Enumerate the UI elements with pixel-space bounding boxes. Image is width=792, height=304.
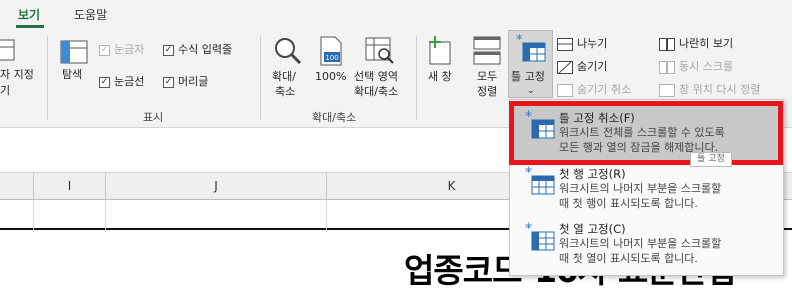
arrange-all-icon[interactable] — [473, 36, 501, 66]
freeze-first-column-icon: * — [525, 221, 555, 251]
hide-label[interactable]: 숨기기 — [577, 60, 607, 74]
active-tab-indicator — [16, 25, 44, 28]
reset-window-icon — [659, 84, 675, 97]
menu-item-freeze-top-row-title[interactable]: 첫 행 고정(R) — [559, 166, 626, 182]
svg-text:*: * — [516, 34, 523, 48]
gridlines-label: 눈금선 — [114, 75, 145, 88]
zoom-selection-icon[interactable] — [365, 37, 395, 65]
tab-help[interactable]: 도움말 — [74, 6, 107, 23]
gridlines-checkbox[interactable]: ✓ — [99, 77, 110, 88]
svg-text:*: * — [525, 221, 532, 237]
zoom-label-1[interactable]: 확대/ — [272, 70, 296, 84]
formula-bar-checkbox[interactable]: ✓ — [163, 45, 174, 56]
custom-view-label-2[interactable]: 기 — [0, 84, 10, 98]
menu-item-freeze-top-row-desc-1: 워크시트의 나머지 부분을 스크롤할 — [559, 182, 722, 195]
svg-text:100: 100 — [325, 54, 338, 62]
svg-text:*: * — [525, 109, 532, 125]
arrange-all-label-1[interactable]: 모두 — [477, 70, 497, 84]
grid-line — [33, 200, 34, 230]
separator — [416, 36, 417, 120]
unfreeze-panes-icon: * — [525, 109, 555, 139]
headings-label: 머리글 — [178, 75, 209, 88]
side-by-side-label[interactable]: 나란히 보기 — [679, 37, 733, 51]
menu-item-freeze-first-column-desc-2: 때 첫 열이 표시되도록 합니다. — [559, 252, 698, 265]
menu-item-unfreeze-desc-1: 워크시트 전체를 스크롤할 수 있도록 — [559, 126, 725, 139]
column-header-i[interactable]: I — [34, 173, 106, 200]
side-by-side-icon — [659, 38, 675, 51]
ruler-checkbox[interactable]: ✓ — [99, 45, 110, 56]
split-icon — [557, 38, 573, 51]
hide-icon — [557, 61, 573, 74]
unhide-label[interactable]: 숨기기 취소 — [577, 83, 631, 97]
column-header-j[interactable]: J — [106, 173, 327, 200]
custom-view-label-1[interactable]: 자 지정 — [0, 68, 34, 82]
menu-item-freeze-first-column-title[interactable]: 첫 열 고정(C) — [559, 221, 626, 237]
arrange-all-label-2[interactable]: 정렬 — [477, 85, 497, 99]
zoom-100-label[interactable]: 100% — [315, 70, 346, 84]
zoom-group-label: 확대/축소 — [312, 111, 357, 124]
grid-line — [105, 200, 106, 230]
freeze-panes-icon[interactable]: * — [515, 34, 547, 64]
zoom-magnifier-icon[interactable] — [273, 36, 303, 66]
freeze-panes-label[interactable]: 틀 고정 — [511, 70, 545, 84]
split-label[interactable]: 나누기 — [577, 37, 607, 51]
tooltip: 틀 고정 — [690, 152, 732, 167]
show-group-label: 표시 — [143, 111, 164, 124]
formula-bar-label: 수식 입력줄 — [178, 43, 233, 56]
tab-view[interactable]: 보기 — [18, 6, 40, 23]
menu-item-unfreeze-title[interactable]: 틀 고정 취소(F) — [559, 110, 635, 126]
menu-item-freeze-top-row-desc-2: 때 첫 행이 표시되도록 합니다. — [559, 197, 698, 210]
navigation-icon[interactable] — [60, 40, 88, 66]
freeze-top-row-icon: * — [525, 165, 555, 195]
svg-text:*: * — [525, 165, 532, 181]
chevron-down-icon[interactable]: ⌄ — [527, 84, 535, 98]
separator — [47, 36, 48, 120]
zoom-100-icon[interactable]: 100 — [318, 36, 344, 66]
new-window-label[interactable]: 새 창 — [428, 70, 452, 84]
headings-checkbox[interactable]: ✓ — [163, 77, 174, 88]
custom-view-icon — [0, 39, 15, 61]
zoom-selection-label-1[interactable]: 선택 영역 — [354, 70, 398, 84]
separator — [260, 36, 261, 120]
zoom-label-2[interactable]: 축소 — [275, 85, 295, 99]
reset-window-label[interactable]: 창 위치 다시 정렬 — [679, 83, 760, 97]
new-window-icon[interactable] — [428, 36, 452, 66]
column-header-prev[interactable] — [0, 173, 34, 200]
sync-scroll-label[interactable]: 동시 스크롤 — [679, 60, 733, 74]
navigation-label[interactable]: 탐색 — [62, 68, 82, 82]
grid-line — [326, 200, 327, 230]
menu-item-freeze-first-column-desc-1: 워크시트의 나머지 부분을 스크롤할 — [559, 237, 722, 250]
unhide-icon — [557, 84, 573, 97]
ruler-label: 눈금자 — [114, 43, 145, 56]
sync-scroll-icon — [659, 61, 675, 74]
ribbon-tabs: 보기 도움말 — [0, 0, 792, 30]
zoom-selection-label-2[interactable]: 확대/축소 — [354, 85, 398, 99]
